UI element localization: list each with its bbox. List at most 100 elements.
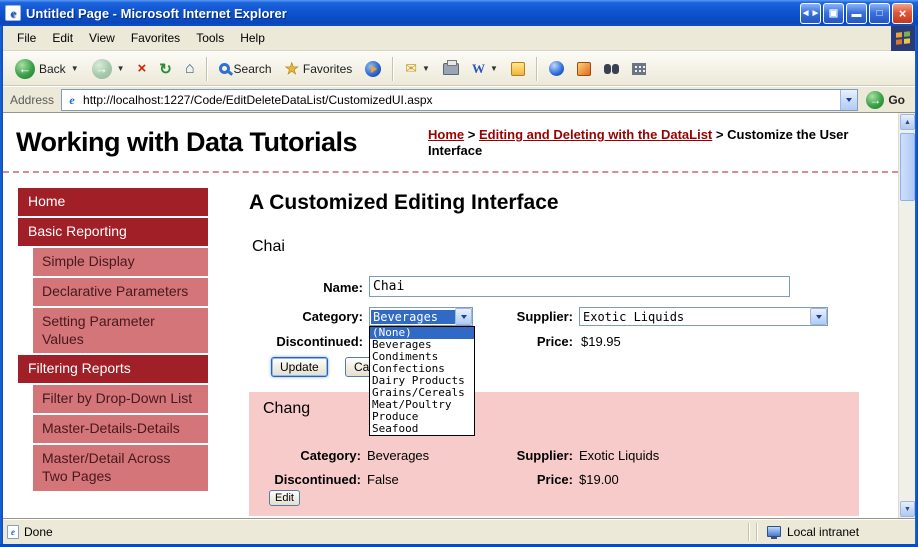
address-combo[interactable]: e http://localhost:1227/Code/EditDeleteD…: [61, 88, 859, 111]
home-icon: ⌂: [184, 59, 195, 77]
menu-edit[interactable]: Edit: [44, 27, 81, 49]
name-label: Name:: [323, 280, 363, 295]
scrollbar-thumb[interactable]: [900, 133, 915, 201]
view-item-chang: Chang Category: Beverages Supplier: Exot…: [249, 392, 859, 516]
sidebar-item-setting-parameter-values[interactable]: Setting Parameter Values: [33, 307, 208, 354]
back-dropdown-icon[interactable]: ▼: [71, 64, 79, 73]
maximize-button[interactable]: □: [869, 2, 890, 24]
page-title: A Customized Editing Interface: [249, 191, 559, 214]
category-select-value: Beverages: [371, 309, 455, 324]
sidebar-item-home[interactable]: Home: [18, 188, 208, 216]
address-input[interactable]: http://localhost:1227/Code/EditDeleteDat…: [83, 93, 840, 107]
zone-text: Local intranet: [787, 524, 860, 539]
back-button[interactable]: ← Back ▼: [9, 55, 85, 83]
address-dropdown-icon[interactable]: [840, 89, 858, 110]
browser-window: e Untitled Page - Microsoft Internet Exp…: [0, 0, 918, 547]
breadcrumb-section-link[interactable]: Editing and Deleting with the DataList: [479, 127, 712, 142]
media-icon: [365, 60, 382, 77]
page-content: Working with Data Tutorials Home > Editi…: [3, 113, 915, 518]
extra-tool-button-1[interactable]: [543, 57, 570, 80]
dropdown-option-seafood[interactable]: Seafood: [370, 423, 474, 435]
edit-dropdown-icon[interactable]: ▼: [490, 64, 498, 73]
supplier-select-arrow-icon[interactable]: [810, 308, 827, 325]
sidebar-nav: Home Basic Reporting Simple Display Decl…: [18, 188, 208, 493]
mail-button[interactable]: ✉ ▼: [399, 56, 436, 81]
breadcrumb-home-link[interactable]: Home: [428, 127, 464, 142]
titlebar[interactable]: e Untitled Page - Microsoft Internet Exp…: [0, 0, 918, 26]
menu-favorites[interactable]: Favorites: [123, 27, 188, 49]
grid-icon: [631, 62, 646, 75]
extra-tool-button-2[interactable]: [571, 58, 597, 80]
sidebar-item-filter-by-dropdown-list[interactable]: Filter by Drop-Down List: [33, 385, 208, 414]
menu-file[interactable]: File: [9, 27, 44, 49]
sidebar-item-declarative-parameters[interactable]: Declarative Parameters: [33, 277, 208, 306]
category-label: Category:: [302, 309, 363, 324]
grid-tool-button[interactable]: [626, 59, 652, 79]
page-icon: e: [65, 92, 80, 107]
vertical-scrollbar[interactable]: ▲ ▼: [898, 113, 915, 518]
price-value: $19.95: [581, 334, 621, 349]
titlebar-extra-button[interactable]: ▣: [823, 2, 844, 24]
update-button[interactable]: Update: [271, 357, 328, 377]
mail-icon: ✉: [405, 60, 418, 76]
price-label: Price:: [536, 334, 573, 349]
category-dropdown-list[interactable]: (None) Beverages Condiments Confections …: [369, 326, 475, 436]
nav-arrows-button[interactable]: ◄►: [800, 2, 821, 24]
toolbar-separator: [205, 56, 208, 81]
edit-with-word-button[interactable]: W ▼: [466, 57, 504, 81]
view-price-label: Price:: [536, 472, 573, 487]
edit-button[interactable]: Edit: [269, 490, 300, 506]
messenger-icon: [510, 61, 525, 76]
research-button[interactable]: [598, 60, 625, 78]
search-label: Search: [233, 61, 272, 76]
titlebar-buttons: ◄► ▣ ▬ □ ×: [800, 2, 913, 24]
sidebar-item-filtering-reports[interactable]: Filtering Reports: [18, 355, 208, 384]
toolbar-separator: [392, 56, 395, 81]
go-button[interactable]: → Go: [858, 90, 911, 109]
status-bar: e Done Local intranet: [3, 518, 915, 544]
forward-dropdown-icon[interactable]: ▼: [117, 64, 125, 73]
refresh-button[interactable]: ↻: [153, 56, 178, 82]
ie-e-glyph: e: [10, 6, 16, 20]
supplier-select[interactable]: Exotic Liquids: [579, 307, 828, 326]
view-price-value: $19.00: [579, 472, 619, 487]
sidebar-item-master-detail-two-pages[interactable]: Master/Detail Across Two Pages: [33, 445, 208, 491]
minimize-button[interactable]: ▬: [846, 2, 867, 24]
mail-dropdown-icon[interactable]: ▼: [422, 64, 430, 73]
done-page-icon: e: [7, 524, 19, 539]
go-arrow-icon: →: [866, 90, 885, 109]
view-category-label: Category:: [300, 448, 361, 463]
media-button[interactable]: [359, 57, 387, 81]
local-intranet-icon: [767, 526, 781, 539]
scroll-up-icon[interactable]: ▲: [900, 114, 915, 130]
view-item-product-name: Chang: [263, 400, 311, 417]
back-icon: ←: [15, 58, 35, 79]
view-supplier-label: Supplier:: [516, 448, 573, 463]
name-input[interactable]: [369, 276, 790, 297]
search-button[interactable]: Search: [213, 58, 278, 80]
print-button[interactable]: [437, 59, 465, 79]
stop-button[interactable]: ×: [132, 56, 153, 81]
scroll-down-icon[interactable]: ▼: [900, 501, 915, 517]
breadcrumb-separator: >: [467, 127, 476, 142]
sidebar-item-master-details-details[interactable]: Master-Details-Details: [33, 415, 208, 444]
site-title: Working with Data Tutorials: [16, 127, 358, 157]
close-button[interactable]: ×: [892, 2, 913, 24]
home-button[interactable]: ⌂: [179, 56, 201, 82]
favorites-button[interactable]: ★ Favorites: [279, 55, 359, 83]
address-label: Address: [10, 92, 55, 107]
toolbar: ← Back ▼ → ▼ × ↻ ⌂ Search ★ Favorites ✉ …: [3, 51, 915, 86]
menu-view[interactable]: View: [81, 27, 123, 49]
forward-button[interactable]: → ▼: [86, 55, 131, 83]
sidebar-item-basic-reporting[interactable]: Basic Reporting: [18, 217, 208, 246]
sidebar-item-simple-display[interactable]: Simple Display: [33, 247, 208, 276]
forward-icon: →: [91, 58, 112, 79]
stop-icon: ×: [137, 60, 147, 77]
print-icon: [442, 59, 459, 75]
menu-tools[interactable]: Tools: [188, 27, 232, 49]
blue-ball-icon: [548, 61, 564, 76]
menu-help[interactable]: Help: [232, 27, 273, 49]
supplier-label: Supplier:: [516, 309, 573, 324]
view-category-value: Beverages: [367, 448, 430, 463]
messenger-button[interactable]: [505, 58, 531, 80]
